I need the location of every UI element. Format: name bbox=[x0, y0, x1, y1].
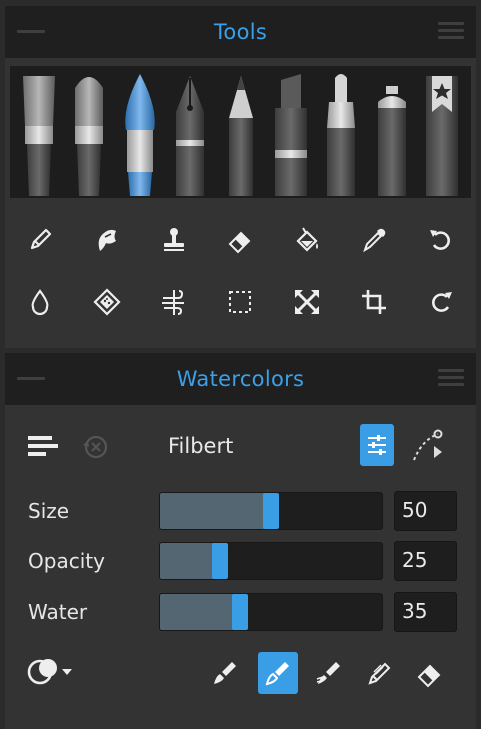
water-slider-row: Water 35 bbox=[25, 592, 461, 632]
reset-icon[interactable] bbox=[80, 432, 110, 462]
water-drop-icon[interactable] bbox=[22, 284, 58, 320]
paint-mode-icon bbox=[214, 662, 236, 684]
round-bristle-brush-icon[interactable] bbox=[67, 68, 111, 198]
fill-bucket-icon[interactable] bbox=[289, 222, 325, 258]
paint-plus-mode-icon bbox=[265, 662, 289, 686]
size-slider-thumb[interactable] bbox=[263, 493, 279, 529]
water-value-field[interactable]: 35 bbox=[394, 592, 457, 632]
stamp-icon[interactable] bbox=[156, 222, 192, 258]
wet-paint-mode-icon bbox=[316, 662, 340, 684]
flat-brush-icon[interactable] bbox=[17, 68, 61, 198]
wind-icon[interactable] bbox=[156, 284, 192, 320]
brush-preset-row: Filbert bbox=[20, 424, 461, 468]
texture-icon[interactable] bbox=[89, 284, 125, 320]
paint-plus-mode-button[interactable] bbox=[258, 652, 298, 694]
opacity-slider-thumb[interactable] bbox=[212, 543, 228, 579]
watercolors-panel-title: Watercolors bbox=[176, 367, 305, 391]
brush-name[interactable]: Filbert bbox=[168, 434, 233, 458]
collapse-icon[interactable] bbox=[17, 30, 45, 33]
pen-icon[interactable] bbox=[22, 222, 58, 258]
panel-menu-icon[interactable] bbox=[438, 22, 464, 40]
tools-panel-title: Tools bbox=[213, 20, 268, 44]
opacity-value-field[interactable]: 25 bbox=[394, 541, 457, 581]
crop-icon[interactable] bbox=[356, 284, 392, 320]
tools-panel-header: Tools bbox=[5, 6, 476, 58]
wet-paint-mode-button[interactable] bbox=[309, 652, 349, 694]
ink-pen-icon[interactable] bbox=[168, 68, 212, 198]
transform-icon[interactable] bbox=[289, 284, 325, 320]
paint-mode-button[interactable] bbox=[205, 652, 245, 694]
felt-pen-icon[interactable] bbox=[319, 68, 363, 198]
size-slider-fill bbox=[160, 493, 271, 529]
size-label: Size bbox=[28, 499, 70, 523]
redo-icon[interactable] bbox=[423, 284, 459, 320]
watercolor-brush-icon[interactable] bbox=[118, 68, 162, 198]
stroke-path-icon[interactable] bbox=[412, 426, 444, 464]
eyedropper-icon[interactable] bbox=[356, 222, 392, 258]
watercolors-panel-header: Watercolors bbox=[5, 353, 476, 405]
dry-mode-button[interactable] bbox=[360, 652, 400, 694]
panel-menu-icon[interactable] bbox=[438, 369, 464, 387]
size-slider-row: Size 50 bbox=[25, 491, 461, 531]
size-slider[interactable] bbox=[159, 492, 383, 530]
brush-strip bbox=[10, 66, 471, 198]
opacity-slider-fill bbox=[160, 543, 220, 579]
opacity-slider-row: Opacity 25 bbox=[25, 541, 461, 581]
water-slider-thumb[interactable] bbox=[232, 594, 248, 630]
tool-row-2 bbox=[22, 284, 459, 320]
water-label: Water bbox=[28, 600, 88, 624]
favorites-bookmark-icon[interactable] bbox=[420, 68, 464, 198]
water-slider[interactable] bbox=[159, 593, 383, 631]
tool-row-1 bbox=[22, 222, 459, 258]
collapse-icon[interactable] bbox=[17, 377, 45, 380]
pencil-icon[interactable] bbox=[219, 68, 263, 198]
undo-icon[interactable] bbox=[423, 222, 459, 258]
spray-can-icon[interactable] bbox=[370, 68, 414, 198]
marker-icon[interactable] bbox=[269, 68, 313, 198]
water-slider-fill bbox=[160, 594, 240, 630]
size-value-field[interactable]: 50 bbox=[394, 491, 457, 531]
eraser-icon[interactable] bbox=[222, 222, 258, 258]
smudge-icon[interactable] bbox=[89, 222, 125, 258]
preset-list-icon[interactable] bbox=[28, 433, 62, 459]
blend-mode-icon[interactable] bbox=[26, 652, 74, 692]
erase-mode-button[interactable] bbox=[410, 652, 450, 694]
selection-icon[interactable] bbox=[222, 284, 258, 320]
brush-settings-button[interactable] bbox=[360, 424, 394, 466]
dry-mode-icon bbox=[368, 662, 391, 685]
erase-mode-icon bbox=[417, 664, 441, 688]
opacity-slider[interactable] bbox=[159, 542, 383, 580]
opacity-label: Opacity bbox=[28, 549, 105, 573]
sliders-icon bbox=[368, 435, 386, 455]
paint-mode-row bbox=[20, 648, 461, 698]
